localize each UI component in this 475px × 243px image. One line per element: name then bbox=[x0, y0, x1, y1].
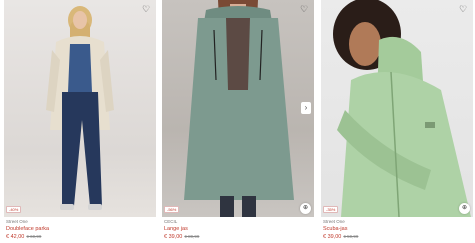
product-price-block: € 39,00 € 59,99 bbox=[323, 234, 358, 240]
heart-icon[interactable]: ♡ bbox=[299, 4, 309, 14]
product-photo-woman-parka bbox=[46, 6, 114, 210]
product-brand: Street One bbox=[323, 219, 345, 224]
product-image[interactable]: ♡ › -56% ⊕ bbox=[162, 0, 314, 217]
product-photo-woman-green-coat bbox=[184, 0, 294, 217]
product-price: € 39,00 bbox=[164, 234, 183, 240]
product-name[interactable]: Doubleface parka bbox=[6, 226, 49, 232]
product-grid: ♡ -40% Street One Doubleface parka € 42,… bbox=[0, 0, 475, 243]
product-card[interactable]: ♡ -35% ⊕ Street One Scuba-jas € 39,00 € 5… bbox=[321, 0, 473, 243]
product-image[interactable]: ♡ -40% bbox=[4, 0, 156, 217]
discount-badge: -35% bbox=[323, 206, 339, 213]
product-old-price: € 89,99 bbox=[184, 234, 200, 239]
bag-icon[interactable]: ⊕ bbox=[300, 203, 311, 214]
heart-icon[interactable]: ♡ bbox=[141, 4, 151, 14]
discount-badge: -56% bbox=[164, 206, 180, 213]
product-name[interactable]: Lange jas bbox=[164, 226, 188, 232]
product-price-block: € 42,00 € 69,99 bbox=[6, 234, 41, 240]
product-old-price: € 69,99 bbox=[26, 234, 42, 239]
discount-badge: -40% bbox=[6, 206, 22, 213]
heart-icon[interactable]: ♡ bbox=[458, 4, 468, 14]
product-card[interactable]: ♡ -40% Street One Doubleface parka € 42,… bbox=[4, 0, 156, 243]
product-photo-woman-mint-jacket bbox=[333, 0, 471, 217]
chevron-right-icon[interactable]: › bbox=[301, 102, 311, 114]
product-card[interactable]: ♡ › -56% ⊕ CECIL Lange jas € 39,00 € 89,9… bbox=[162, 0, 314, 243]
product-image[interactable]: ♡ -35% ⊕ bbox=[321, 0, 473, 217]
product-price: € 42,00 bbox=[6, 234, 25, 240]
product-price: € 39,00 bbox=[323, 234, 342, 240]
product-price-block: € 39,00 € 89,99 bbox=[164, 234, 199, 240]
product-old-price: € 59,99 bbox=[343, 234, 359, 239]
bag-icon[interactable]: ⊕ bbox=[459, 203, 470, 214]
product-brand: Street One bbox=[6, 219, 28, 224]
product-name[interactable]: Scuba-jas bbox=[323, 226, 347, 232]
product-brand: CECIL bbox=[164, 219, 178, 224]
